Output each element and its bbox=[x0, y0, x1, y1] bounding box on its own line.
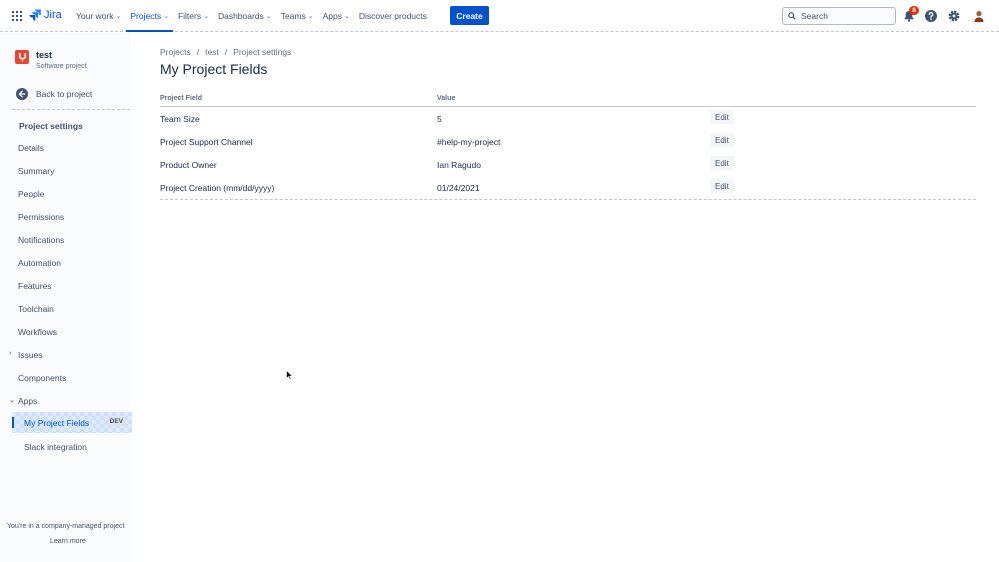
sidebar: test Software project Back to project Pr… bbox=[0, 33, 132, 562]
sidebar-item-notifications[interactable]: Notifications bbox=[18, 235, 64, 245]
sidebar-item-my-project-fields[interactable]: My Project Fields DEV bbox=[12, 412, 132, 433]
header-project-field: Project Field bbox=[160, 95, 203, 102]
jira-logo-icon bbox=[29, 9, 41, 21]
edit-button[interactable]: Edit bbox=[710, 156, 734, 170]
nav-projects[interactable]: Projects ⌄ bbox=[126, 0, 173, 32]
edit-button[interactable]: Edit bbox=[710, 179, 734, 193]
chevron-down-icon: ⌄ bbox=[115, 13, 122, 20]
breadcrumb-separator: / bbox=[224, 47, 228, 57]
search-icon bbox=[788, 12, 796, 20]
back-to-project-link[interactable]: Back to project bbox=[16, 88, 92, 100]
nav-item-label: Your work bbox=[76, 11, 114, 21]
settings-icon[interactable] bbox=[947, 9, 961, 23]
logo-text: Jira bbox=[44, 9, 62, 21]
sidebar-item-slack-integration[interactable]: Slack integration bbox=[24, 442, 87, 452]
breadcrumb-separator: / bbox=[196, 47, 200, 57]
help-icon[interactable] bbox=[924, 9, 938, 23]
breadcrumb-projects[interactable]: Projects bbox=[160, 47, 191, 57]
sidebar-item-people[interactable]: People bbox=[18, 189, 44, 199]
top-navigation: Jira Your work ⌄ Projects ⌄ Filters ⌄ Dashboar… bbox=[0, 0, 999, 32]
edit-button[interactable]: Edit bbox=[710, 133, 734, 147]
sidebar-section-title: Project settings bbox=[19, 121, 83, 131]
nav-item-label: Dashboards bbox=[217, 11, 264, 21]
chevron-right-icon: › bbox=[9, 350, 12, 357]
breadcrumb: Projects / test / Project settings bbox=[160, 47, 291, 57]
project-name: test bbox=[36, 50, 53, 60]
chevron-down-icon: ⌄ bbox=[265, 13, 272, 20]
table-bottom-divider bbox=[160, 199, 976, 200]
sidebar-item-apps[interactable]: ⌄ Apps bbox=[9, 396, 38, 406]
page-title: My Project Fields bbox=[160, 61, 268, 77]
sidebar-item-automation[interactable]: Automation bbox=[18, 258, 61, 268]
sidebar-item-toolchain[interactable]: Toolchain bbox=[18, 304, 54, 314]
profile-avatar[interactable] bbox=[972, 9, 986, 23]
field-value: #help-my-project bbox=[437, 137, 501, 147]
sidebar-divider bbox=[12, 109, 130, 110]
notification-badge: 8 bbox=[909, 6, 919, 15]
nav-teams[interactable]: Teams ⌄ bbox=[277, 0, 318, 32]
table-row: Project Support Channel #help-my-project E… bbox=[160, 130, 976, 153]
breadcrumb-project-settings[interactable]: Project settings bbox=[233, 47, 291, 57]
table-row: Project Creation (mm/dd/yyyy) 01/24/2021 E… bbox=[160, 176, 976, 199]
project-header[interactable]: test Software project bbox=[15, 50, 87, 70]
field-value: 5 bbox=[437, 114, 442, 124]
nav-dashboards[interactable]: Dashboards ⌄ bbox=[214, 0, 276, 32]
chevron-down-icon: ⌄ bbox=[203, 13, 209, 20]
sidebar-item-permissions[interactable]: Permissions bbox=[18, 212, 64, 222]
search-input[interactable] bbox=[801, 11, 891, 21]
project-type: Software project bbox=[36, 63, 87, 70]
nav-apps[interactable]: Apps ⌄ bbox=[319, 0, 354, 32]
search-box[interactable] bbox=[782, 7, 896, 25]
active-indicator bbox=[12, 417, 14, 428]
company-managed-note: You're in a company-managed project bbox=[7, 523, 125, 530]
project-fields-table: Project Field Value Team Size 5 Edit Projec… bbox=[160, 92, 976, 200]
nav-filters[interactable]: Filters ⌄ bbox=[174, 0, 213, 32]
field-name: Project Creation (mm/dd/yyyy) bbox=[160, 183, 275, 193]
sidebar-item-summary[interactable]: Summary bbox=[18, 166, 54, 176]
chevron-down-icon: ⌄ bbox=[163, 13, 169, 20]
jira-logo[interactable]: Jira bbox=[29, 9, 62, 21]
sidebar-item-issues[interactable]: › Issues bbox=[9, 350, 43, 360]
breadcrumb-test[interactable]: test bbox=[205, 47, 219, 57]
primary-nav: Your work ⌄ Projects ⌄ Filters ⌄ Dashboards ⌄ Te… bbox=[72, 0, 432, 32]
sidebar-item-workflows[interactable]: Workflows bbox=[18, 327, 57, 337]
sidebar-item-details[interactable]: Details bbox=[18, 143, 44, 153]
edit-button[interactable]: Edit bbox=[710, 110, 734, 124]
dev-badge: DEV bbox=[106, 417, 126, 426]
chevron-down-icon: ⌄ bbox=[9, 397, 15, 404]
nav-item-label: Projects bbox=[130, 11, 162, 21]
back-to-project-label: Back to project bbox=[36, 89, 93, 99]
project-avatar-icon bbox=[15, 50, 29, 64]
table-header: Project Field Value bbox=[160, 92, 976, 107]
field-value: 01/24/2021 bbox=[437, 183, 480, 193]
chevron-down-icon: ⌄ bbox=[307, 13, 314, 20]
nav-your-work[interactable]: Your work ⌄ bbox=[72, 0, 125, 32]
nav-item-label: Filters bbox=[177, 11, 202, 21]
nav-discover-products[interactable]: Discover products bbox=[355, 0, 431, 32]
nav-item-label: Discover products bbox=[358, 11, 427, 21]
sidebar-item-features[interactable]: Features bbox=[18, 281, 52, 291]
field-value: Ian Ragudo bbox=[437, 160, 481, 170]
apps-grid-icon[interactable] bbox=[12, 11, 22, 21]
learn-more-link[interactable]: Learn more bbox=[50, 538, 86, 545]
table-row: Team Size 5 Edit bbox=[160, 107, 976, 130]
sidebar-item-label: Apps bbox=[18, 396, 38, 406]
nav-item-label: Teams bbox=[280, 11, 306, 21]
field-name: Team Size bbox=[160, 114, 200, 124]
sidebar-item-components[interactable]: Components bbox=[18, 373, 66, 383]
field-name: Product Owner bbox=[160, 160, 217, 170]
field-name: Project Support Channel bbox=[160, 137, 253, 147]
nav-item-label: Apps bbox=[322, 11, 342, 21]
header-value: Value bbox=[437, 95, 456, 102]
chevron-down-icon: ⌄ bbox=[343, 13, 350, 20]
arrow-left-icon bbox=[16, 88, 28, 100]
create-button[interactable]: Create bbox=[450, 6, 489, 25]
sidebar-item-label: My Project Fields bbox=[24, 417, 90, 428]
mouse-cursor-icon bbox=[286, 370, 293, 380]
sidebar-item-label: Issues bbox=[18, 350, 43, 360]
table-row: Product Owner Ian Ragudo Edit bbox=[160, 153, 976, 176]
